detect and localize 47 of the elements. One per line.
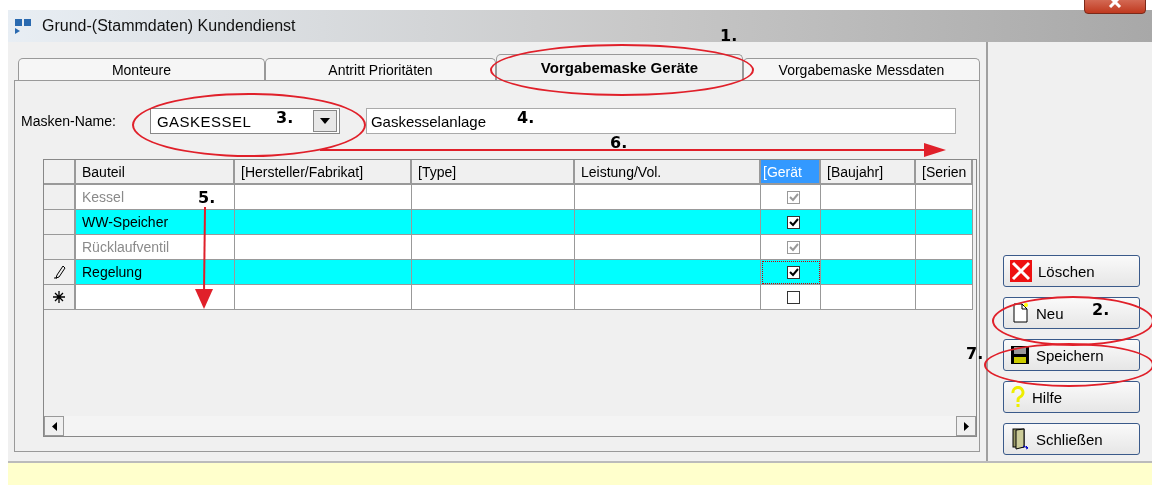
column-header[interactable]: [Serien [916,160,973,185]
table-cell [916,260,973,285]
row-selector[interactable] [44,285,76,310]
window-title: Grund-(Stammdaten) Kundendienst [42,17,296,35]
app-icon [14,17,34,35]
left-triangle-icon [51,421,57,431]
checkbox[interactable] [787,290,800,304]
table-cell: WW-Speicher [76,210,235,235]
table-cell: Regelung [76,260,235,285]
checkbox[interactable] [787,240,800,254]
toolbar-button[interactable]: Hilfe [1003,381,1140,413]
annotation-number: 7. [966,344,984,363]
tab[interactable]: Vorgabemaske Messdaten [743,58,980,80]
tab[interactable]: Antritt Prioritäten [264,58,496,80]
table-cell: Rücklaufventil [76,235,235,260]
column-header[interactable]: [Baujahr] [821,160,916,185]
annotation-number: 2. [1092,300,1110,319]
column-header[interactable]: [Type] [412,160,575,185]
column-header[interactable]: [Hersteller/Fabrikat] [235,160,412,185]
right-triangle-icon [963,421,969,431]
scroll-left-button[interactable] [44,416,64,436]
table-cell [916,210,973,235]
table-cell [916,185,973,210]
scroll-right-button[interactable] [956,416,976,436]
annotation-number: 3. [276,108,294,127]
exit-door-icon [1010,428,1030,450]
checkbox[interactable] [787,265,800,279]
table-cell [916,235,973,260]
annotation-number: 1. [720,26,738,45]
column-header[interactable]: Bauteil [76,160,235,185]
annotation-number: 4. [517,108,535,127]
delete-icon [1010,260,1032,282]
tab[interactable]: Vorgabemaske Geräte [496,54,743,80]
row-selector[interactable] [44,260,76,285]
table-cell [916,285,973,310]
toolbar-button[interactable]: Löschen [1003,255,1140,287]
checkbox[interactable] [787,215,800,229]
annotation-number: 5. [198,188,216,207]
new-document-icon [1010,302,1030,324]
annotation-number: 6. [610,133,628,152]
field-label: Masken-Name: [21,113,116,129]
column-header[interactable]: Leistung/Vol. [575,160,761,185]
tab[interactable]: Monteure [18,58,265,80]
toolbar-button[interactable]: Schließen [1003,423,1140,455]
checkbox[interactable] [787,190,800,204]
toolbar-button[interactable]: Speichern [1003,339,1140,371]
question-mark-icon [1010,386,1026,408]
